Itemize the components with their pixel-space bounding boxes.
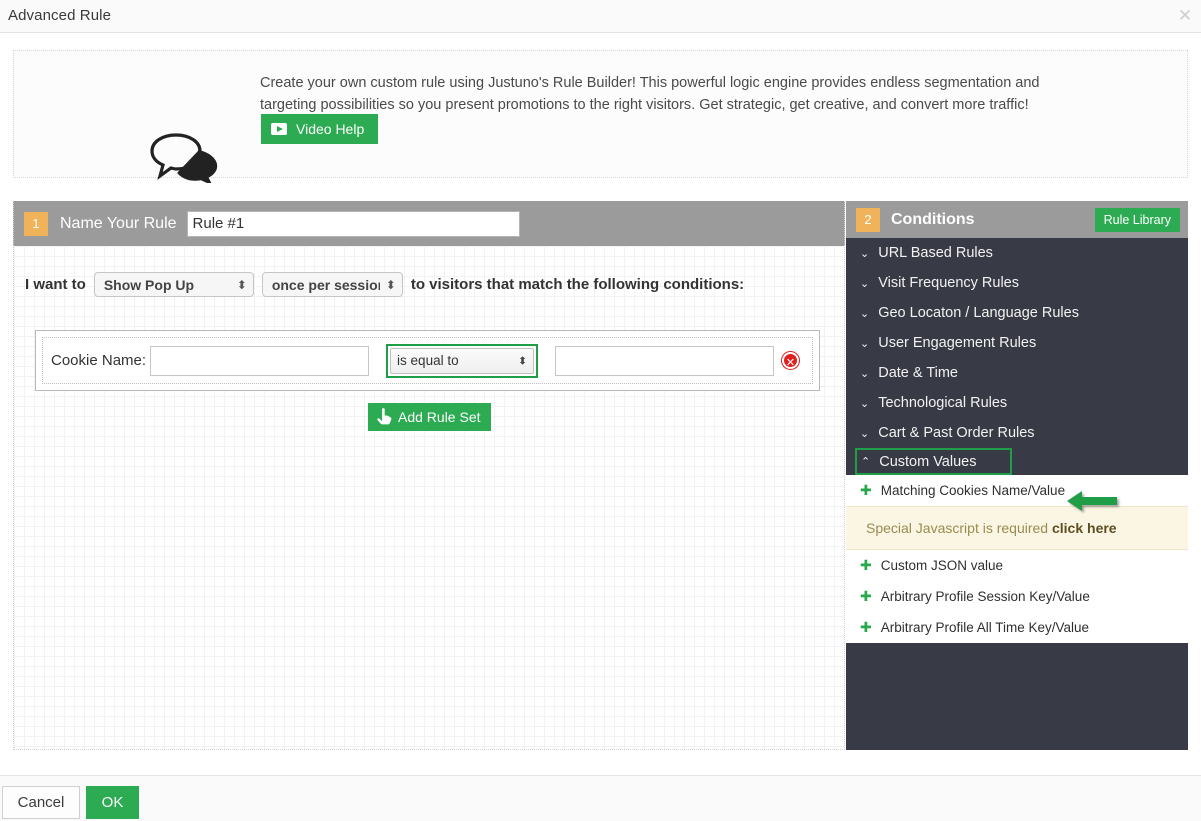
cancel-button[interactable]: Cancel: [2, 786, 80, 819]
dialog-footer: Cancel OK: [0, 775, 1201, 821]
condition-group-user-engagement-rules[interactable]: ⌄ User Engagement Rules: [846, 328, 1188, 358]
conditions-list: ⌄ URL Based Rules ⌄ Visit Frequency Rule…: [846, 238, 1188, 750]
list-item-label: Matching Cookies Name/Value: [881, 483, 1065, 498]
operator-select[interactable]: is equal to: [390, 348, 534, 374]
chevron-down-icon: ⌄: [860, 307, 869, 320]
conditions-header: 2 Conditions Rule Library: [846, 201, 1188, 238]
pointing-hand-icon: [374, 405, 394, 430]
want-row: I want to Show Pop Up once per session t…: [25, 272, 744, 297]
step-badge-2: 2: [856, 208, 880, 232]
condition-group-label: Technological Rules: [878, 395, 1007, 411]
rule-row: Cookie Name: is equal to ✕: [42, 337, 813, 384]
condition-group-label: Visit Frequency Rules: [878, 275, 1019, 291]
condition-group-url-based-rules[interactable]: ⌄ URL Based Rules: [846, 238, 1188, 268]
condition-group-date-time[interactable]: ⌄ Date & Time: [846, 358, 1188, 388]
frequency-select-wrap: once per session: [262, 272, 403, 297]
condition-group-label: URL Based Rules: [878, 245, 993, 261]
list-item-custom-json-value[interactable]: ✚ Custom JSON value: [846, 550, 1188, 581]
speech-bubbles-icon: [146, 131, 222, 183]
list-item-matching-cookies[interactable]: ✚ Matching Cookies Name/Value: [846, 475, 1188, 506]
want-prefix-label: I want to: [25, 276, 86, 293]
delete-circle-icon[interactable]: ✕: [782, 352, 799, 369]
condition-group-label: Geo Locaton / Language Rules: [878, 305, 1079, 321]
chevron-down-icon: ⌄: [860, 367, 869, 380]
dialog-titlebar: Advanced Rule ✕: [0, 0, 1201, 33]
cookie-value-input[interactable]: [555, 346, 774, 376]
intro-description: Create your own custom rule using Justun…: [260, 72, 1070, 116]
page-title: Advanced Rule: [8, 7, 111, 24]
move-handle-icon[interactable]: ✚: [860, 558, 872, 574]
condition-group-label: Cart & Past Order Rules: [878, 425, 1034, 441]
frequency-select[interactable]: once per session: [262, 272, 403, 297]
rule-canvas: I want to Show Pop Up once per session t…: [14, 246, 844, 749]
chevron-down-icon: ⌄: [860, 427, 869, 440]
move-handle-icon[interactable]: ✚: [860, 589, 872, 605]
chevron-up-icon: ⌃: [861, 455, 870, 468]
condition-group-label: Custom Values: [879, 454, 976, 470]
js-note-text: Special Javascript is required: [866, 520, 1052, 536]
move-handle-icon[interactable]: ✚: [860, 483, 872, 499]
list-item-arbitrary-profile-session[interactable]: ✚ Arbitrary Profile Session Key/Value: [846, 581, 1188, 612]
operator-highlight-box: is equal to: [386, 344, 538, 378]
javascript-required-note: Special Javascript is required click her…: [846, 506, 1188, 550]
list-item-label: Arbitrary Profile All Time Key/Value: [881, 620, 1089, 635]
list-item-label: Arbitrary Profile Session Key/Value: [881, 589, 1090, 604]
chevron-down-icon: ⌄: [860, 397, 869, 410]
add-rule-set-button[interactable]: Add Rule Set: [368, 403, 491, 431]
chevron-down-icon: ⌄: [860, 277, 869, 290]
condition-group-geo-location-language-rules[interactable]: ⌄ Geo Locaton / Language Rules: [846, 298, 1188, 328]
annotation-arrow-icon: [1065, 489, 1119, 513]
add-rule-set-label: Add Rule Set: [398, 409, 481, 425]
action-select-wrap: Show Pop Up: [94, 272, 254, 297]
chevron-down-icon: ⌄: [860, 247, 869, 260]
close-icon[interactable]: ✕: [1175, 6, 1195, 26]
cookie-name-label: Cookie Name:: [51, 352, 146, 369]
list-item-label: Custom JSON value: [881, 558, 1003, 573]
condition-group-cart-past-order-rules[interactable]: ⌄ Cart & Past Order Rules: [846, 418, 1188, 448]
intro-panel: Create your own custom rule using Justun…: [13, 50, 1188, 178]
advanced-rule-dialog: Advanced Rule ✕ Create your own custom r…: [0, 0, 1201, 821]
video-help-label: Video Help: [296, 121, 364, 137]
condition-group-label: Date & Time: [878, 365, 958, 381]
move-handle-icon[interactable]: ✚: [860, 620, 872, 636]
condition-group-technological-rules[interactable]: ⌄ Technological Rules: [846, 388, 1188, 418]
rule-set-box: Cookie Name: is equal to ✕: [35, 330, 820, 391]
ok-button[interactable]: OK: [86, 786, 139, 819]
video-help-button[interactable]: Video Help: [261, 114, 378, 144]
list-item-arbitrary-profile-all-time[interactable]: ✚ Arbitrary Profile All Time Key/Value: [846, 612, 1188, 643]
rule-library-button[interactable]: Rule Library: [1095, 208, 1180, 232]
chevron-down-icon: ⌄: [860, 337, 869, 350]
condition-group-custom-values[interactable]: ⌃ Custom Values: [855, 448, 1012, 475]
youtube-play-icon: [271, 123, 287, 135]
js-note-link[interactable]: click here: [1052, 520, 1117, 536]
conditions-title: Conditions: [891, 211, 975, 229]
action-select[interactable]: Show Pop Up: [94, 272, 254, 297]
cookie-name-input[interactable]: [150, 346, 369, 376]
condition-group-visit-frequency-rules[interactable]: ⌄ Visit Frequency Rules: [846, 268, 1188, 298]
condition-group-label: User Engagement Rules: [878, 335, 1036, 351]
custom-values-sublist: ✚ Matching Cookies Name/Value Special Ja…: [846, 475, 1188, 643]
want-suffix-label: to visitors that match the following con…: [411, 276, 744, 293]
